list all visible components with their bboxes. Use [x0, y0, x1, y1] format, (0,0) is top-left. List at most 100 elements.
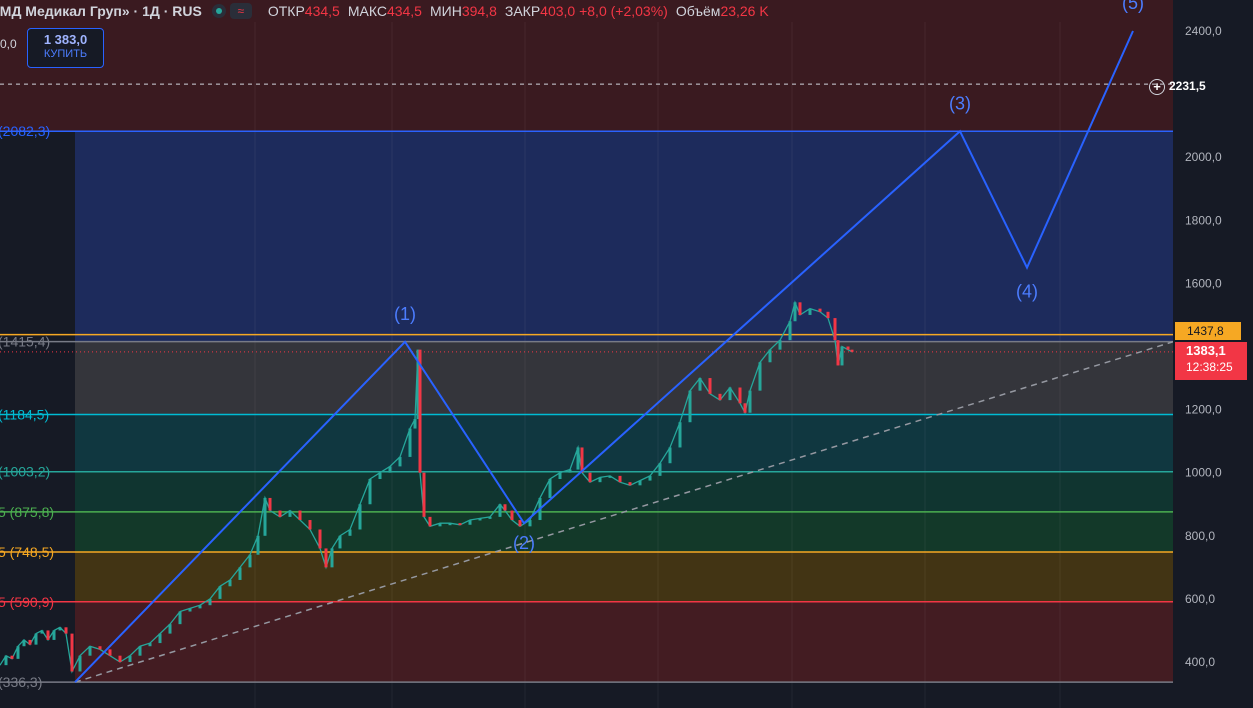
candle: [52, 630, 56, 640]
candle: [34, 633, 38, 645]
candle: [22, 639, 26, 647]
candle: [378, 472, 382, 480]
candle: [608, 475, 612, 478]
candle: [438, 523, 442, 527]
candle: [288, 510, 292, 517]
candle: [398, 456, 402, 467]
candle: [10, 655, 14, 659]
candle: [576, 447, 580, 470]
add-plus-icon[interactable]: +: [1149, 78, 1165, 95]
band-bottom: [0, 682, 1173, 708]
price-tick-label: 1600,0: [1185, 276, 1222, 290]
candle: [413, 419, 417, 429]
fib-level-label: (336,3): [0, 674, 42, 690]
candle: [840, 346, 844, 366]
high-label: МАКС: [347, 3, 387, 19]
candle: [833, 318, 837, 341]
candle: [678, 422, 682, 448]
wave-label: (5): [1122, 0, 1144, 13]
candle: [498, 504, 502, 517]
candle: [718, 393, 722, 401]
price-tick-label: 600,0: [1185, 592, 1215, 606]
candle: [850, 349, 854, 352]
candle: [88, 646, 92, 656]
candle: [4, 655, 8, 666]
chart-header: «МД Медикал Груп» · 1Д · RUS ≈ ОТКР 434,5…: [0, 0, 769, 22]
candle: [263, 497, 267, 536]
fib-band: [75, 511, 1173, 553]
candle: [108, 649, 112, 656]
candle: [768, 349, 772, 363]
open-label: ОТКР: [267, 3, 305, 19]
price-tick-label: 1800,0: [1185, 213, 1222, 227]
buy-button[interactable]: 1 383,0 КУПИТЬ: [27, 28, 104, 68]
candle: [208, 598, 212, 606]
fib-band: [75, 471, 1173, 512]
candle: [118, 655, 122, 662]
candle: [198, 605, 202, 609]
wave-label: (3): [949, 93, 971, 113]
candle: [836, 340, 840, 366]
candle: [846, 346, 850, 350]
fib-level-label: (2082,3): [0, 123, 50, 139]
fib-band: [75, 601, 1173, 683]
fib-level-label: 5 (875,8): [0, 504, 54, 520]
candle: [178, 611, 182, 625]
compare-icon[interactable]: ≈: [229, 3, 252, 19]
candle: [368, 479, 372, 505]
candle: [330, 548, 334, 568]
candle: [518, 520, 522, 527]
fib-level-label: 5 (590,9): [0, 594, 54, 610]
last-price-value: 1383,1: [1186, 343, 1226, 358]
candle: [448, 523, 452, 526]
candle: [758, 362, 762, 391]
candle: [28, 639, 32, 645]
candle: [588, 472, 592, 483]
candle: [638, 480, 642, 486]
candle: [788, 321, 792, 341]
candle: [58, 627, 62, 631]
fib-band: [75, 131, 1173, 342]
candle: [158, 633, 162, 644]
candle: [168, 624, 172, 634]
candle: [558, 472, 562, 480]
wave-label: (1): [394, 304, 416, 324]
candle: [698, 378, 702, 391]
candle: [826, 311, 830, 319]
fib-level-label: (1184,5): [0, 406, 49, 422]
wave-label: (2): [513, 533, 535, 553]
candle: [658, 463, 662, 476]
bar-countdown: 12:38:25: [1186, 360, 1233, 374]
candle: [548, 479, 552, 498]
candle: [798, 302, 802, 315]
candle: [128, 655, 132, 662]
last-price-tag: 1383,1 12:38:25: [1175, 342, 1247, 380]
candle: [528, 520, 532, 527]
price-chart[interactable]: (2082,3) (1415,4) (1184,5) (1003,2) 5 (875,8…: [0, 0, 1253, 708]
price-tick-label: 400,0: [1185, 655, 1215, 669]
candle: [278, 510, 282, 517]
fib-level-label: (1415,4): [0, 334, 50, 350]
candle: [78, 655, 82, 672]
candle: [688, 390, 692, 423]
candle: [16, 646, 20, 659]
candle: [318, 529, 322, 549]
price-tick-label: 1000,0: [1185, 466, 1222, 480]
price-tick-label: 800,0: [1185, 529, 1215, 543]
fib-level-label: 5 (748,5): [0, 544, 54, 560]
candle: [408, 428, 412, 457]
candle: [458, 523, 462, 526]
crosshair-price-label: +2231,5: [1149, 76, 1247, 96]
buy-price: 1 383,0: [43, 32, 88, 47]
candle: [268, 497, 272, 511]
level-price-tag: 1437,8: [1175, 322, 1241, 340]
candle: [324, 548, 328, 568]
candle: [488, 516, 492, 519]
fib-level-label: (1003,2): [0, 464, 50, 480]
price-tick-label: 1200,0: [1185, 403, 1222, 417]
candle: [468, 520, 472, 525]
candle: [818, 308, 822, 312]
candle: [728, 387, 732, 401]
symbol-title[interactable]: «МД Медикал Груп» · 1Д · RUS: [0, 3, 202, 19]
volume-label: Объём: [675, 3, 721, 19]
